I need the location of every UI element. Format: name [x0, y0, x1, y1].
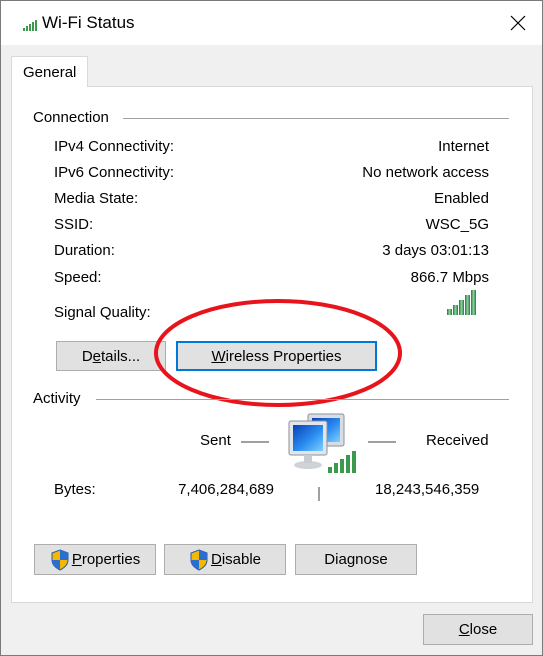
duration-label: Duration:	[54, 242, 115, 259]
activity-heading: Activity	[33, 390, 81, 407]
network-computers-icon	[288, 413, 356, 473]
properties-button[interactable]: Properties	[34, 544, 156, 575]
ipv4-label: IPv4 Connectivity:	[54, 138, 175, 155]
disable-button[interactable]: Disable	[164, 544, 286, 575]
ssid-value: WSC_5G	[425, 216, 489, 233]
received-connector-line	[368, 441, 396, 443]
diagnose-label-pre: Dia	[324, 551, 347, 568]
wireless-properties-label: ireless Properties	[225, 347, 342, 365]
close-window-button[interactable]	[503, 11, 531, 35]
duration-value: 3 days 03:01:13	[382, 242, 489, 259]
sent-connector-line	[241, 441, 269, 443]
tab-general-label: General	[23, 64, 77, 81]
uac-shield-icon	[51, 548, 69, 571]
sent-label: Sent	[200, 432, 231, 449]
bytes-label: Bytes:	[54, 481, 96, 498]
ipv4-value: Internet	[438, 138, 489, 155]
disable-mnemonic: D	[210, 551, 222, 568]
activity-divider	[96, 399, 509, 400]
wireless-properties-mnemonic: W	[211, 347, 226, 365]
details-label-pre: D	[81, 347, 93, 365]
close-icon	[510, 15, 526, 31]
connection-divider	[123, 118, 509, 119]
connection-heading: Connection	[33, 109, 109, 126]
ipv6-label: IPv6 Connectivity:	[54, 164, 175, 181]
close-mnemonic: C	[458, 621, 470, 638]
tab-general[interactable]: General	[11, 56, 88, 87]
diagnose-label-post: nose	[355, 551, 388, 568]
bytes-received-value: 18,243,546,359	[375, 481, 480, 498]
details-label-post: tails...	[101, 347, 141, 365]
media-state-value: Enabled	[433, 190, 489, 207]
properties-label: roperties	[81, 551, 141, 568]
received-label: Received	[426, 432, 489, 449]
speed-value: 866.7 Mbps	[410, 269, 489, 286]
disable-label: isable	[221, 551, 262, 568]
properties-mnemonic: P	[71, 551, 82, 568]
signal-quality-label: Signal Quality:	[54, 304, 151, 321]
wifi-status-window: Wi-Fi Status General Connection IPv4 Con…	[0, 0, 543, 656]
close-label: lose	[469, 621, 498, 638]
uac-shield-icon	[190, 548, 208, 571]
ssid-label: SSID:	[54, 216, 94, 233]
window-title: Wi-Fi Status	[42, 13, 135, 32]
bytes-sent-value: 7,406,284,689	[178, 481, 274, 498]
ipv6-value: No network access	[362, 164, 489, 181]
wifi-signal-icon	[23, 20, 37, 31]
activity-separator	[318, 487, 320, 501]
wireless-properties-button[interactable]: Wireless Properties	[176, 341, 377, 371]
details-button[interactable]: De tails...	[56, 341, 166, 371]
close-button[interactable]: Close	[423, 614, 533, 645]
title-bar[interactable]: Wi-Fi Status	[1, 1, 542, 45]
diagnose-button[interactable]: Dia g nose	[295, 544, 417, 575]
media-state-label: Media State:	[54, 190, 139, 207]
details-mnemonic: e	[92, 347, 101, 365]
speed-label: Speed:	[54, 269, 102, 286]
diagnose-mnemonic: g	[346, 551, 356, 568]
signal-quality-icon	[447, 290, 476, 315]
